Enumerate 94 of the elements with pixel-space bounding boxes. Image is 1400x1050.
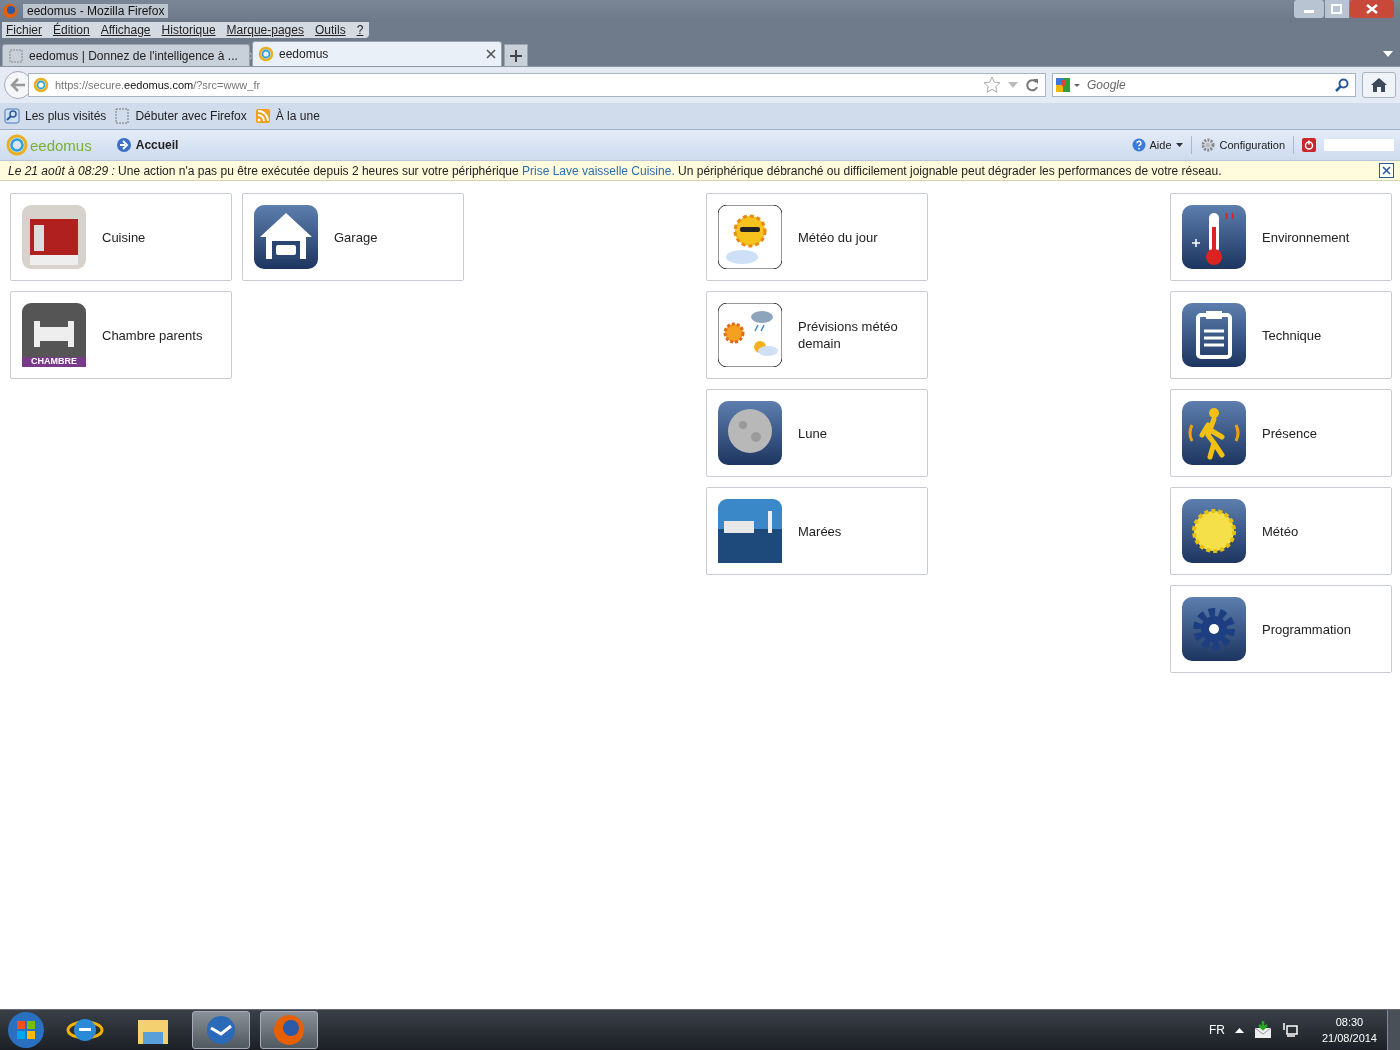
address-bar[interactable]: https://secure.eedomus.com/?src=www_fr [28, 73, 1046, 97]
search-icon [1335, 78, 1349, 92]
tile-label: Lune [798, 424, 827, 442]
menu-item[interactable]: Édition [53, 23, 90, 37]
tab-title: eedomus | Donnez de l'intelligence à ... [29, 48, 238, 63]
start-orb-icon[interactable] [6, 1010, 46, 1050]
tile-card[interactable]: Présence [1170, 389, 1392, 477]
close-button[interactable] [1379, 163, 1394, 178]
menu-item[interactable]: Historique [161, 23, 216, 37]
tile-card[interactable]: Technique [1170, 291, 1392, 379]
browser-tab[interactable]: eedomus | Donnez de l'intelligence à ... [2, 44, 250, 66]
bookmark-item[interactable]: Débuter avec Firefox [114, 108, 247, 124]
power-icon[interactable] [1302, 138, 1316, 152]
walking-person-icon [1182, 401, 1246, 465]
ring-logo-icon [6, 134, 28, 156]
browser-tab[interactable]: eedomus [252, 41, 502, 66]
blank-page-icon [8, 47, 24, 64]
configuration-link[interactable]: Configuration [1199, 137, 1285, 153]
tile-card[interactable]: Marées [706, 487, 928, 575]
tile-card[interactable]: Cuisine [10, 193, 232, 281]
arrow-circle-icon [115, 137, 132, 153]
device-link[interactable]: Prise Lave vaisselle Cuisine. [522, 163, 675, 178]
sun-rain-cloud-drawing [718, 303, 782, 367]
tile-label: Programmation [1262, 620, 1351, 638]
clipboard-icon [1182, 303, 1246, 367]
bookmark-item[interactable]: Les plus visités [4, 108, 107, 124]
gear-icon [1199, 137, 1216, 153]
menu-item[interactable]: Marque-pages [226, 23, 304, 37]
moon-icon [718, 401, 782, 465]
house-car-icon [254, 205, 318, 269]
redacted-username-block [1324, 139, 1394, 151]
dropdown-icon [1007, 81, 1019, 89]
menu-item[interactable]: Fichier [6, 23, 42, 37]
tile-card[interactable]: Météo [1170, 487, 1392, 575]
firefox-icon [2, 3, 18, 19]
rss-icon [254, 108, 271, 124]
caret-icon [1175, 142, 1183, 148]
url-text: https://secure.eedomus.com/?src=www_fr [55, 79, 261, 91]
question-icon [1131, 138, 1146, 152]
bed-icon [22, 303, 86, 367]
tile-label: Cuisine [102, 228, 146, 246]
tile-card[interactable]: Lune [706, 389, 928, 477]
network-icon[interactable] [1281, 1022, 1298, 1038]
tile-label: Garage [334, 228, 378, 246]
search-engine-icon [1055, 77, 1081, 93]
tile-card[interactable]: Prévisions météo demain [706, 291, 928, 379]
tile-card[interactable]: Environnement [1170, 193, 1392, 281]
magnifier-page-icon [4, 108, 20, 124]
home-button[interactable] [1362, 72, 1396, 98]
tile-card[interactable]: Météo du jour [706, 193, 928, 281]
tile-card[interactable]: CHAMBRE Chambre parents [10, 291, 232, 379]
language-indicator[interactable]: FR [1208, 1023, 1225, 1037]
tile-label: Météo [1262, 522, 1299, 540]
search-field[interactable]: Google [1052, 73, 1356, 97]
ring-logo-icon [33, 77, 49, 93]
tab-title: eedomus [279, 47, 329, 61]
tile-label: Prévisions météo demain [798, 318, 899, 352]
menu-item[interactable]: Affichage [100, 23, 151, 37]
up-arrow-icon[interactable] [1234, 1027, 1244, 1033]
window-title: eedomus - Mozilla Firefox [23, 4, 169, 18]
tile-label: Marées [798, 522, 842, 540]
mail-download-icon[interactable] [1253, 1021, 1272, 1039]
thermometer-icon [1182, 205, 1246, 269]
tile-label: Météo du jour [798, 228, 878, 246]
ring-logo-icon [258, 46, 274, 62]
taskbar-button[interactable] [192, 1011, 250, 1049]
icon-caption: CHAMBRE [30, 356, 78, 366]
tile-card[interactable]: Garage [242, 193, 464, 281]
bookmark-item[interactable]: À la une [254, 108, 320, 124]
home-link[interactable]: Accueil [115, 137, 179, 153]
tile-label: Technique [1262, 326, 1322, 344]
tile-label: Environnement [1262, 228, 1350, 246]
alert-message: Le 21 août à 08:29 : Une action n'a pas pu être exécutée depuis 2 heures sur votre périphérique Prise Lave vaisselle Cuisine. Un périphérique débranché ou difficilement joignable peut dégrader les performances de votre réseau. [8, 163, 1222, 178]
menu-item[interactable]: Outils [314, 23, 346, 37]
logo-text: eedomus [30, 136, 92, 154]
plus-icon [510, 49, 522, 62]
help-menu[interactable]: Aide [1131, 138, 1183, 152]
menu-item[interactable]: ? [356, 23, 364, 37]
reload-icon[interactable] [1025, 78, 1039, 92]
harbor-photo-placeholder [718, 499, 782, 563]
sun-icon [1182, 499, 1246, 563]
kitchen-photo-placeholder [22, 205, 86, 269]
tile-card[interactable]: Programmation [1170, 585, 1392, 673]
new-tab-button[interactable] [504, 44, 528, 66]
left-arrow-icon [10, 78, 26, 92]
sun-cloud-drawing [718, 205, 782, 269]
home-icon [1370, 77, 1388, 93]
clock[interactable]: 08:30 21/08/2014 [1321, 1014, 1377, 1046]
star-icon[interactable] [983, 76, 1001, 94]
tile-label: Présence [1262, 424, 1317, 442]
dropdown-icon [1382, 50, 1394, 58]
blank-page-icon [114, 108, 131, 124]
gear-icon [1182, 597, 1246, 661]
tile-label: Chambre parents [102, 326, 203, 344]
